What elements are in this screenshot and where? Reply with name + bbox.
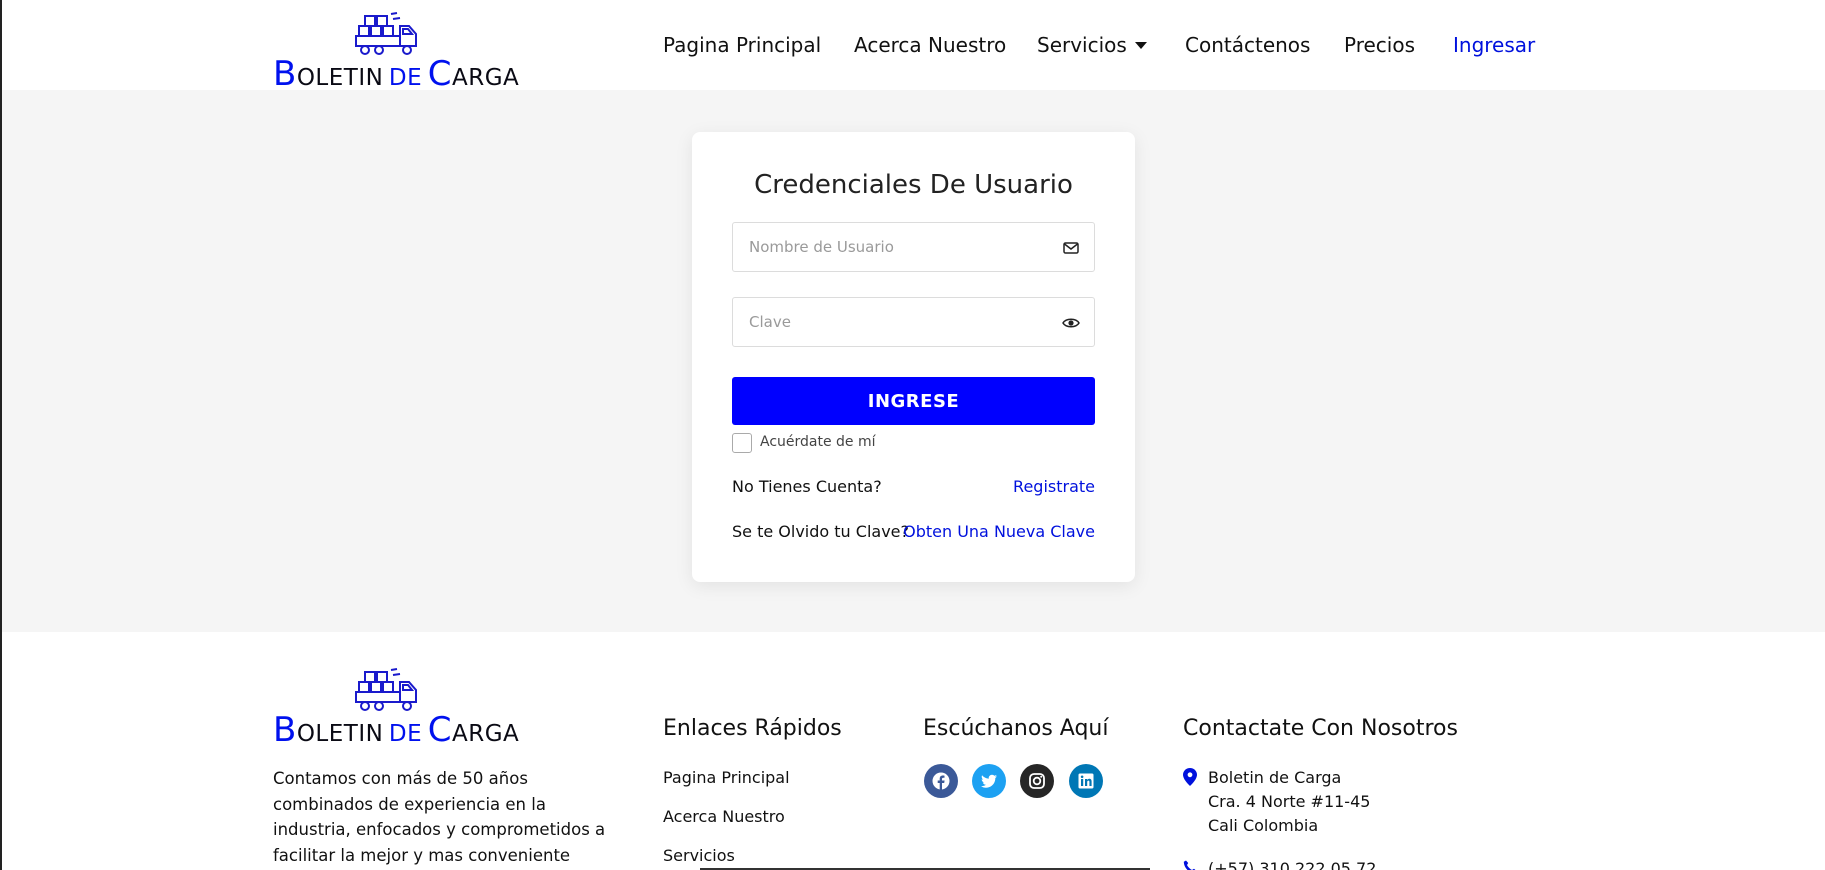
- remember-checkbox[interactable]: [732, 433, 752, 453]
- nav-item-pagina-principal[interactable]: Pagina Principal: [663, 30, 821, 60]
- site-header: BOLETIN DE CARGA Pagina Principal Acerca…: [0, 0, 1825, 94]
- listen-heading: Escúchanos Aquí: [923, 716, 1109, 741]
- phone-icon: [1183, 860, 1196, 870]
- envelope-icon: [1063, 242, 1079, 254]
- nav-item-servicios-label: Servicios: [1037, 33, 1127, 57]
- nav-item-servicios[interactable]: Servicios: [1037, 30, 1147, 60]
- footer-link-acerca-nuestro[interactable]: Acerca Nuestro: [663, 807, 785, 826]
- facebook-button[interactable]: [924, 764, 958, 798]
- facebook-icon: [932, 772, 950, 790]
- username-input[interactable]: [733, 223, 1053, 271]
- nav-item-acerca-nuestro[interactable]: Acerca Nuestro: [854, 30, 1006, 60]
- username-field: [732, 222, 1095, 272]
- truck-logo-icon: [355, 668, 417, 711]
- password-input[interactable]: [733, 298, 1053, 346]
- truck-logo-icon: [355, 12, 417, 55]
- remember-label: Acuérdate de mí: [760, 434, 876, 450]
- register-link[interactable]: Registrate: [1013, 477, 1095, 496]
- instagram-button[interactable]: [1020, 764, 1054, 798]
- window-edge: [0, 0, 2, 870]
- forgot-row: Se te Olvido tu Clave? Obten Una Nueva C…: [732, 522, 1095, 544]
- login-title: Credenciales De Usuario: [754, 170, 1073, 200]
- forgot-password-link[interactable]: Obten Una Nueva Clave: [903, 522, 1095, 541]
- nav-item-contactenos[interactable]: Contáctenos: [1185, 30, 1310, 60]
- contact-phone[interactable]: (+57) 310 222 05 72: [1208, 859, 1376, 870]
- quick-links-heading: Enlaces Rápidos: [663, 716, 842, 741]
- nav-item-precios[interactable]: Precios: [1344, 30, 1415, 60]
- nav-item-ingresar[interactable]: Ingresar: [1453, 30, 1535, 60]
- footer-link-servicios[interactable]: Servicios: [663, 846, 735, 865]
- register-row: No Tienes Cuenta? Registrate: [732, 477, 1095, 499]
- footer-description: Contamos con más de 50 años combinados d…: [273, 769, 606, 865]
- footer-link-pagina-principal[interactable]: Pagina Principal: [663, 768, 790, 787]
- contact-company: Boletin de Carga: [1208, 768, 1342, 787]
- contact-city: Cali Colombia: [1208, 816, 1319, 835]
- twitter-button[interactable]: [972, 764, 1006, 798]
- site-footer: BOLETIN DE CARGA Contamos con más de 50 …: [0, 632, 1825, 870]
- no-account-text: No Tienes Cuenta?: [732, 477, 882, 496]
- password-field: [732, 297, 1095, 347]
- contact-heading: Contactate Con Nosotros: [1183, 716, 1458, 741]
- login-submit-button[interactable]: INGRESE: [732, 377, 1095, 425]
- eye-icon[interactable]: [1062, 314, 1080, 332]
- login-section: Credenciales De Usuario INGRESE Acuérdat…: [0, 90, 1825, 632]
- forgot-text: Se te Olvido tu Clave?: [732, 522, 909, 541]
- footer-brand-wordmark: BOLETIN DE CARGA: [273, 710, 520, 750]
- caret-down-icon: [1134, 42, 1147, 49]
- header-logo[interactable]: BOLETIN DE CARGA: [273, 12, 519, 94]
- linkedin-icon: [1078, 773, 1094, 789]
- contact-street: Cra. 4 Norte #11-45: [1208, 792, 1371, 811]
- instagram-icon: [1029, 773, 1045, 789]
- footer-logo[interactable]: BOLETIN DE CARGA: [273, 668, 519, 750]
- brand-wordmark: BOLETIN DE CARGA: [273, 54, 520, 94]
- login-card: Credenciales De Usuario INGRESE Acuérdat…: [692, 132, 1135, 582]
- location-pin-icon: [1183, 768, 1197, 786]
- twitter-icon: [981, 774, 997, 788]
- linkedin-button[interactable]: [1069, 764, 1103, 798]
